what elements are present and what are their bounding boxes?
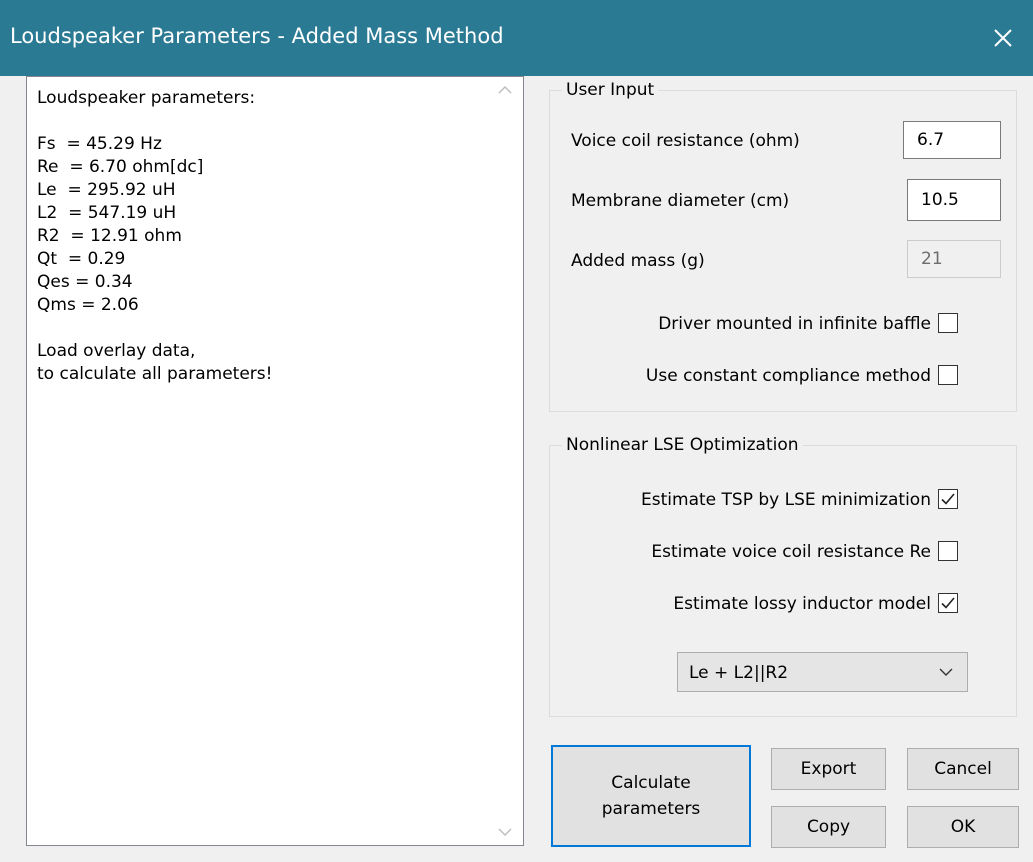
title-bar: Loudspeaker Parameters - Added Mass Meth… <box>0 0 1033 76</box>
inductor-model-value: Le + L2||R2 <box>689 663 789 683</box>
export-label: Export <box>800 759 857 779</box>
results-line: Loudspeaker parameters: <box>37 88 256 108</box>
estimate-lossy-label: Estimate lossy inductor model <box>673 594 931 614</box>
cancel-button[interactable]: Cancel <box>907 748 1019 790</box>
scroll-down-icon[interactable] <box>498 827 512 837</box>
calculate-parameters-label: Calculate parameters <box>601 773 701 819</box>
constant-compliance-checkbox[interactable] <box>938 365 958 385</box>
infinite-baffle-checkbox[interactable] <box>938 313 958 333</box>
user-input-legend: User Input <box>562 79 659 101</box>
checkmark-icon <box>941 493 955 505</box>
results-line: Qt = 0.29 <box>37 249 126 269</box>
cancel-label: Cancel <box>934 759 992 779</box>
results-line: Re = 6.70 ohm[dc] <box>37 157 204 177</box>
close-icon <box>994 29 1012 47</box>
window-title: Loudspeaker Parameters - Added Mass Meth… <box>10 24 504 48</box>
results-text: Loudspeaker parameters: Fs = 45.29 Hz Re … <box>37 87 483 386</box>
checkmark-icon <box>941 597 955 609</box>
added-mass-label: Added mass (g) <box>571 251 705 271</box>
close-button[interactable] <box>973 0 1033 76</box>
infinite-baffle-label: Driver mounted in infinite baffle <box>658 314 931 334</box>
added-mass-field[interactable] <box>907 240 1001 278</box>
copy-button[interactable]: Copy <box>771 806 886 848</box>
estimate-lossy-checkbox[interactable] <box>938 593 958 613</box>
results-line: to calculate all parameters! <box>37 364 273 384</box>
voice-coil-field[interactable] <box>903 121 1001 159</box>
results-line <box>37 317 483 340</box>
estimate-re-label: Estimate voice coil resistance Re <box>651 542 931 562</box>
inductor-model-dropdown[interactable]: Le + L2||R2 <box>677 652 968 692</box>
voice-coil-label: Voice coil resistance (ohm) <box>571 131 800 151</box>
diameter-label: Membrane diameter (cm) <box>571 191 790 211</box>
scroll-up-icon[interactable] <box>498 85 512 95</box>
constant-compliance-label: Use constant compliance method <box>645 366 931 386</box>
copy-label: Copy <box>806 817 851 837</box>
results-line <box>37 110 483 133</box>
ok-button[interactable]: OK <box>907 806 1019 848</box>
estimate-tsp-label: Estimate TSP by LSE minimization <box>641 490 931 510</box>
results-line: Le = 295.92 uH <box>37 180 176 200</box>
calculate-parameters-button[interactable]: Calculate parameters <box>551 745 751 847</box>
results-line: R2 = 12.91 ohm <box>37 226 182 246</box>
results-line: Load overlay data, <box>37 341 196 361</box>
results-line: Qms = 2.06 <box>37 295 139 315</box>
estimate-re-checkbox[interactable] <box>938 541 958 561</box>
chevron-down-icon <box>939 668 953 676</box>
lse-legend: Nonlinear LSE Optimization <box>562 434 803 456</box>
results-line: Qes = 0.34 <box>37 272 133 292</box>
ok-label: OK <box>950 817 976 837</box>
export-button[interactable]: Export <box>771 748 886 790</box>
results-line: Fs = 45.29 Hz <box>37 134 162 154</box>
results-text-area[interactable]: Loudspeaker parameters: Fs = 45.29 Hz Re … <box>26 76 524 846</box>
diameter-field[interactable] <box>907 179 1001 221</box>
results-scrollbar[interactable] <box>489 77 523 845</box>
results-line: L2 = 547.19 uH <box>37 203 177 223</box>
estimate-tsp-checkbox[interactable] <box>938 489 958 509</box>
